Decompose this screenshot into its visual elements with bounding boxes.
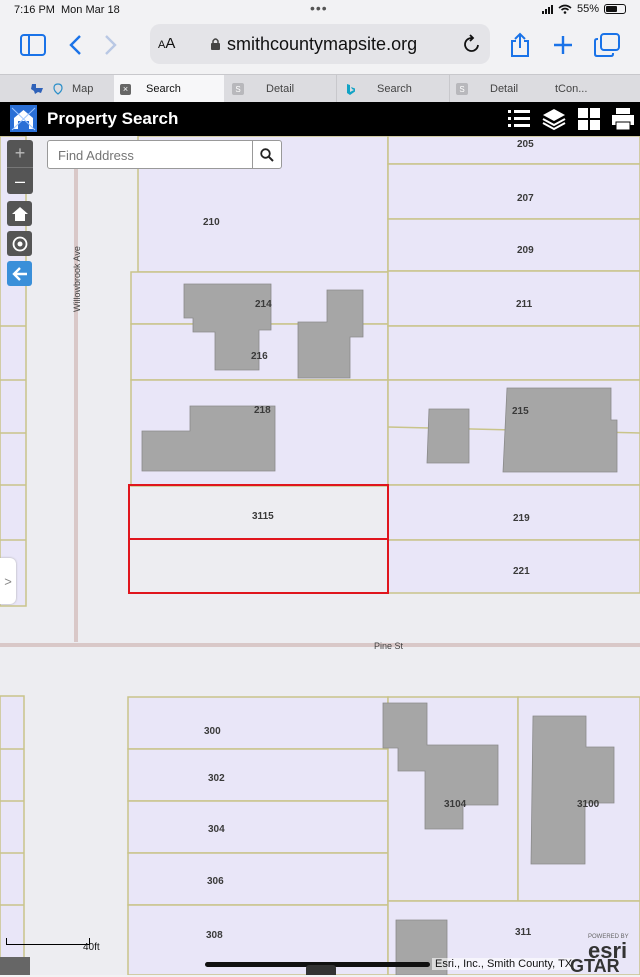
- parcel-label: 211: [516, 299, 533, 310]
- zoom-in-button[interactable]: +: [7, 140, 33, 168]
- scale-label: 40ft: [83, 942, 100, 953]
- lock-icon: [211, 38, 220, 50]
- sidebar-toggle-icon[interactable]: [18, 30, 48, 60]
- parcel-label: 205: [517, 139, 534, 150]
- close-tab-icon[interactable]: ×: [120, 83, 131, 95]
- site-favicon-icon: S: [456, 83, 468, 95]
- tab-search[interactable]: Search: [337, 75, 450, 103]
- app-header: Property Search: [0, 102, 640, 136]
- parcel-label: 207: [517, 193, 534, 204]
- parcel-label: 300: [204, 726, 221, 737]
- layers-icon[interactable]: [541, 106, 567, 132]
- results-list-icon[interactable]: [506, 106, 532, 132]
- parcel-label: 218: [254, 405, 271, 416]
- tab-overflow[interactable]: tCon...: [555, 75, 607, 103]
- map-canvas[interactable]: Willowbrook Ave Pine St 205 207 209 210 …: [0, 136, 640, 975]
- basemap-gallery-icon[interactable]: [576, 106, 602, 132]
- find-address-input[interactable]: [48, 141, 265, 170]
- reload-icon[interactable]: [462, 33, 482, 55]
- parcel-label: 3115: [252, 511, 274, 522]
- parcel-label: 219: [513, 513, 530, 524]
- tab-label: Search: [377, 83, 412, 95]
- expand-panel-chevron-icon[interactable]: >: [0, 558, 16, 604]
- street-label-vertical: Willowbrook Ave: [72, 246, 82, 312]
- parcel-label: 3104: [444, 799, 467, 810]
- map-pin-icon: [53, 83, 63, 95]
- parcel-label: 304: [208, 824, 225, 835]
- status-date: Mon Mar 18: [61, 4, 120, 16]
- tab-label: Detail: [490, 83, 519, 95]
- previous-extent-icon[interactable]: [7, 261, 32, 286]
- multitasking-dots-icon[interactable]: •••: [310, 0, 328, 16]
- tab-detail[interactable]: S Detail: [224, 75, 337, 103]
- zoom-out-button[interactable]: –: [7, 168, 33, 195]
- gtar-watermark: GTAR: [570, 956, 620, 976]
- new-tab-icon[interactable]: [548, 30, 578, 60]
- overview-map-toggle[interactable]: [0, 957, 30, 975]
- tab-label: Search: [146, 83, 181, 95]
- forward-icon[interactable]: [96, 30, 126, 60]
- tab-detail-2[interactable]: S Detail: [450, 75, 555, 103]
- battery-percent: 55%: [576, 3, 599, 15]
- texas-flag-icon: [31, 84, 43, 94]
- back-icon[interactable]: [60, 30, 90, 60]
- tab-label: Map: [72, 83, 94, 95]
- parcel-label: 210: [203, 217, 220, 228]
- text-size-button[interactable]: AA: [158, 35, 175, 52]
- app-title: Property Search: [47, 109, 179, 128]
- battery-icon: [604, 4, 626, 14]
- bing-icon: [347, 83, 355, 95]
- scale-bar: [6, 938, 90, 945]
- map-view[interactable]: Willowbrook Ave Pine St 205 207 209 210 …: [0, 136, 640, 975]
- print-icon[interactable]: [610, 106, 636, 132]
- search-icon: [260, 147, 274, 162]
- search-button[interactable]: [252, 141, 281, 168]
- locate-icon[interactable]: [7, 231, 32, 256]
- esri-tagline: POWERED BY: [588, 934, 629, 940]
- tabs-overview-icon[interactable]: [592, 30, 622, 60]
- wifi-icon: [558, 4, 572, 14]
- share-icon[interactable]: [505, 30, 535, 60]
- parcel-label: 302: [208, 773, 225, 784]
- parcel-label: 221: [513, 566, 530, 577]
- tab-label: Detail: [266, 83, 295, 95]
- status-bar: 7:16 PM Mon Mar 18 ••• 55%: [0, 0, 640, 20]
- parcel-label: 215: [512, 406, 529, 417]
- zoom-control: + –: [7, 140, 33, 194]
- home-icon[interactable]: [7, 201, 32, 226]
- bottom-handle[interactable]: [306, 965, 336, 975]
- tab-search-active[interactable]: × Search: [114, 75, 224, 103]
- tab-label: tCon...: [555, 83, 588, 95]
- selected-parcel-outline: [128, 484, 389, 594]
- tab-strip: Map × Search S Detail Search S Detail tC…: [0, 74, 640, 103]
- parcel-label: 311: [515, 927, 532, 938]
- parcel-label: 306: [207, 876, 224, 887]
- smith-county-logo-icon: [10, 105, 37, 132]
- parcel-label: 214: [255, 299, 272, 310]
- site-favicon-icon: S: [232, 83, 244, 95]
- parcel-label: 216: [251, 351, 268, 362]
- url-text[interactable]: smithcountymapsite.org: [227, 34, 417, 55]
- tab-map[interactable]: Map: [30, 75, 114, 103]
- parcel-label: 209: [517, 245, 534, 256]
- parcel-label: 308: [206, 930, 223, 941]
- map-attribution: Esri., Inc., Smith County, TX: [432, 958, 576, 970]
- address-bar[interactable]: AA smithcountymapsite.org: [150, 24, 490, 64]
- parcel-label: 3100: [577, 799, 600, 810]
- street-label-horizontal: Pine St: [374, 641, 404, 651]
- address-search: [47, 140, 282, 170]
- cellular-signal-icon: [541, 4, 553, 14]
- status-time: 7:16 PM: [14, 4, 55, 16]
